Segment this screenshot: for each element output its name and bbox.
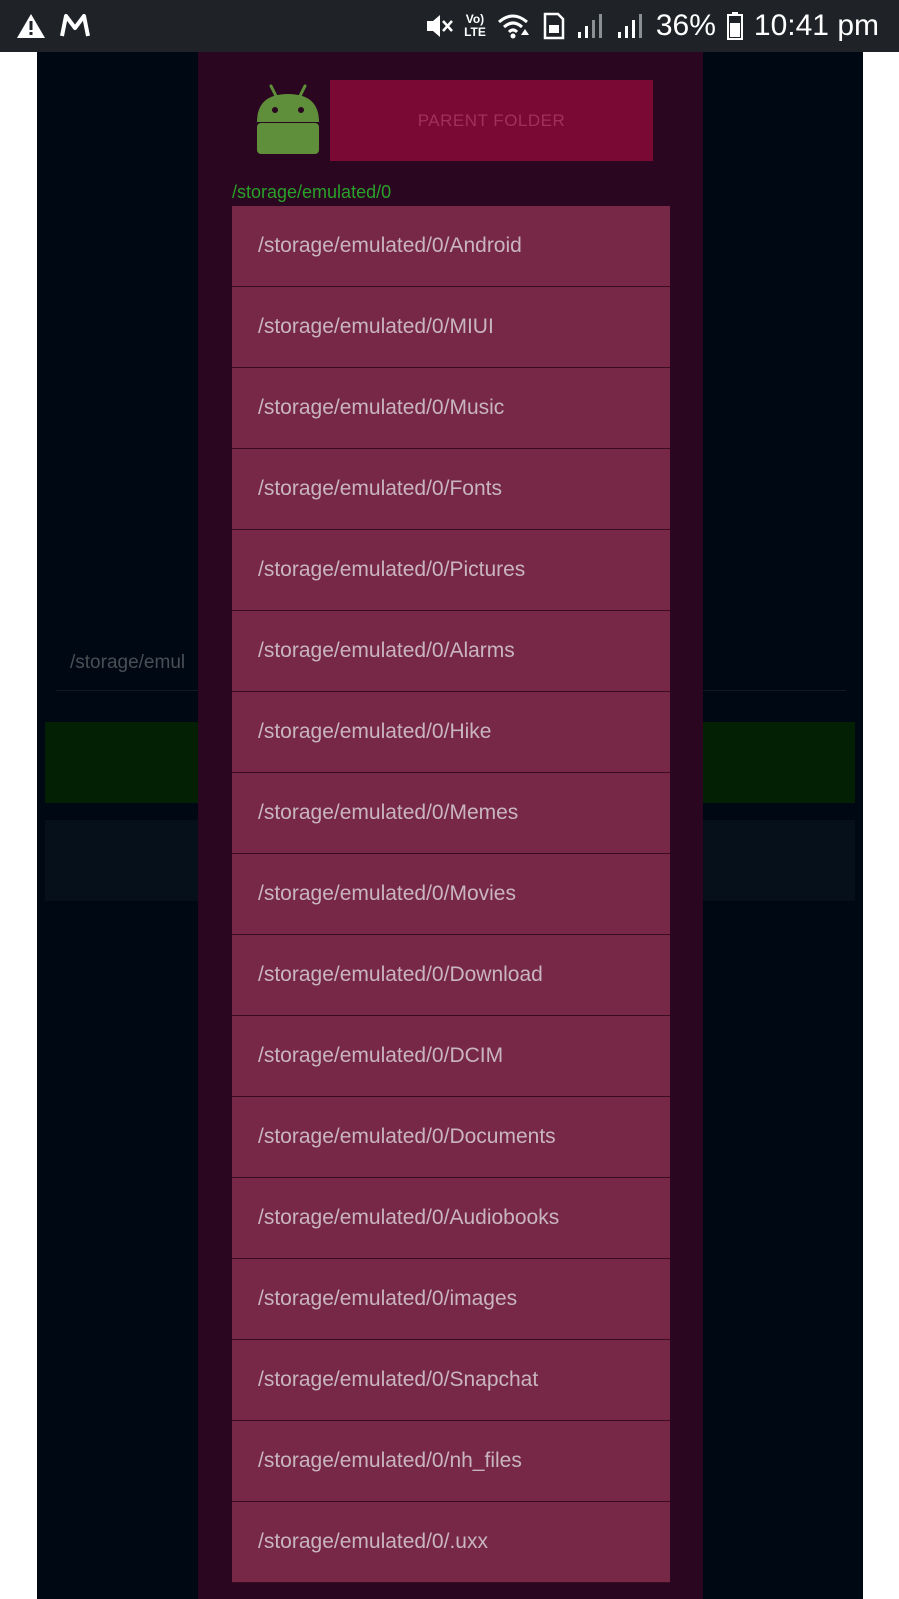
folder-list-item[interactable]: /storage/emulated/0/nh_files: [232, 1421, 670, 1502]
status-left-icons: [16, 8, 90, 44]
folder-list-item[interactable]: /storage/emulated/0/Android: [232, 206, 670, 287]
android-icon: [253, 82, 323, 156]
folder-list-item[interactable]: /storage/emulated/0/Fonts: [232, 449, 670, 530]
alert-icon: [16, 8, 46, 44]
folder-list: /storage/emulated/0/Android/storage/emul…: [232, 206, 670, 1583]
window-edge-left: [0, 52, 37, 1599]
folder-list-item[interactable]: /storage/emulated/0/.uxx: [232, 1502, 670, 1583]
folder-list-item[interactable]: /storage/emulated/0/Documents: [232, 1097, 670, 1178]
folder-list-item[interactable]: /storage/emulated/0/Pictures: [232, 530, 670, 611]
gmail-icon: [60, 8, 90, 44]
folder-list-item[interactable]: /storage/emulated/0/Audiobooks: [232, 1178, 670, 1259]
folder-list-item[interactable]: /storage/emulated/0/MIUI: [232, 287, 670, 368]
folder-list-item[interactable]: /storage/emulated/0/Movies: [232, 854, 670, 935]
folder-list-item[interactable]: /storage/emulated/0/Alarms: [232, 611, 670, 692]
status-right-icons: Vo) LTE 36% 10:41 pm: [424, 6, 879, 46]
signal-icon: [616, 8, 646, 44]
mute-icon: [424, 8, 454, 44]
folder-list-item[interactable]: /storage/emulated/0/DCIM: [232, 1016, 670, 1097]
parent-folder-button[interactable]: PARENT FOLDER: [330, 80, 653, 161]
folder-list-item[interactable]: /storage/emulated/0/Download: [232, 935, 670, 1016]
battery-percentage: 36%: [655, 9, 716, 42]
folder-list-item[interactable]: /storage/emulated/0/Hike: [232, 692, 670, 773]
battery-icon: [726, 8, 744, 44]
folder-list-item[interactable]: /storage/emulated/0/images: [232, 1259, 670, 1340]
wifi-icon: [496, 8, 532, 44]
status-bar: Vo) LTE 36% 10:41 pm: [0, 0, 899, 52]
folder-list-item[interactable]: /storage/emulated/0/Snapchat: [232, 1340, 670, 1421]
folder-list-item[interactable]: /storage/emulated/0/Memes: [232, 773, 670, 854]
clock: 10:41 pm: [753, 9, 879, 42]
sim-icon: [542, 8, 566, 44]
window-edge-right: [863, 52, 899, 1599]
current-path-label: /storage/emulated/0: [232, 182, 392, 202]
background-path-label: /storage/emul: [70, 652, 186, 673]
volte-icon: Vo) LTE: [464, 13, 486, 39]
folder-list-item[interactable]: /storage/emulated/0/Music: [232, 368, 670, 449]
signal-icon: [576, 8, 606, 44]
volte-bottom-label: LTE: [464, 25, 486, 39]
